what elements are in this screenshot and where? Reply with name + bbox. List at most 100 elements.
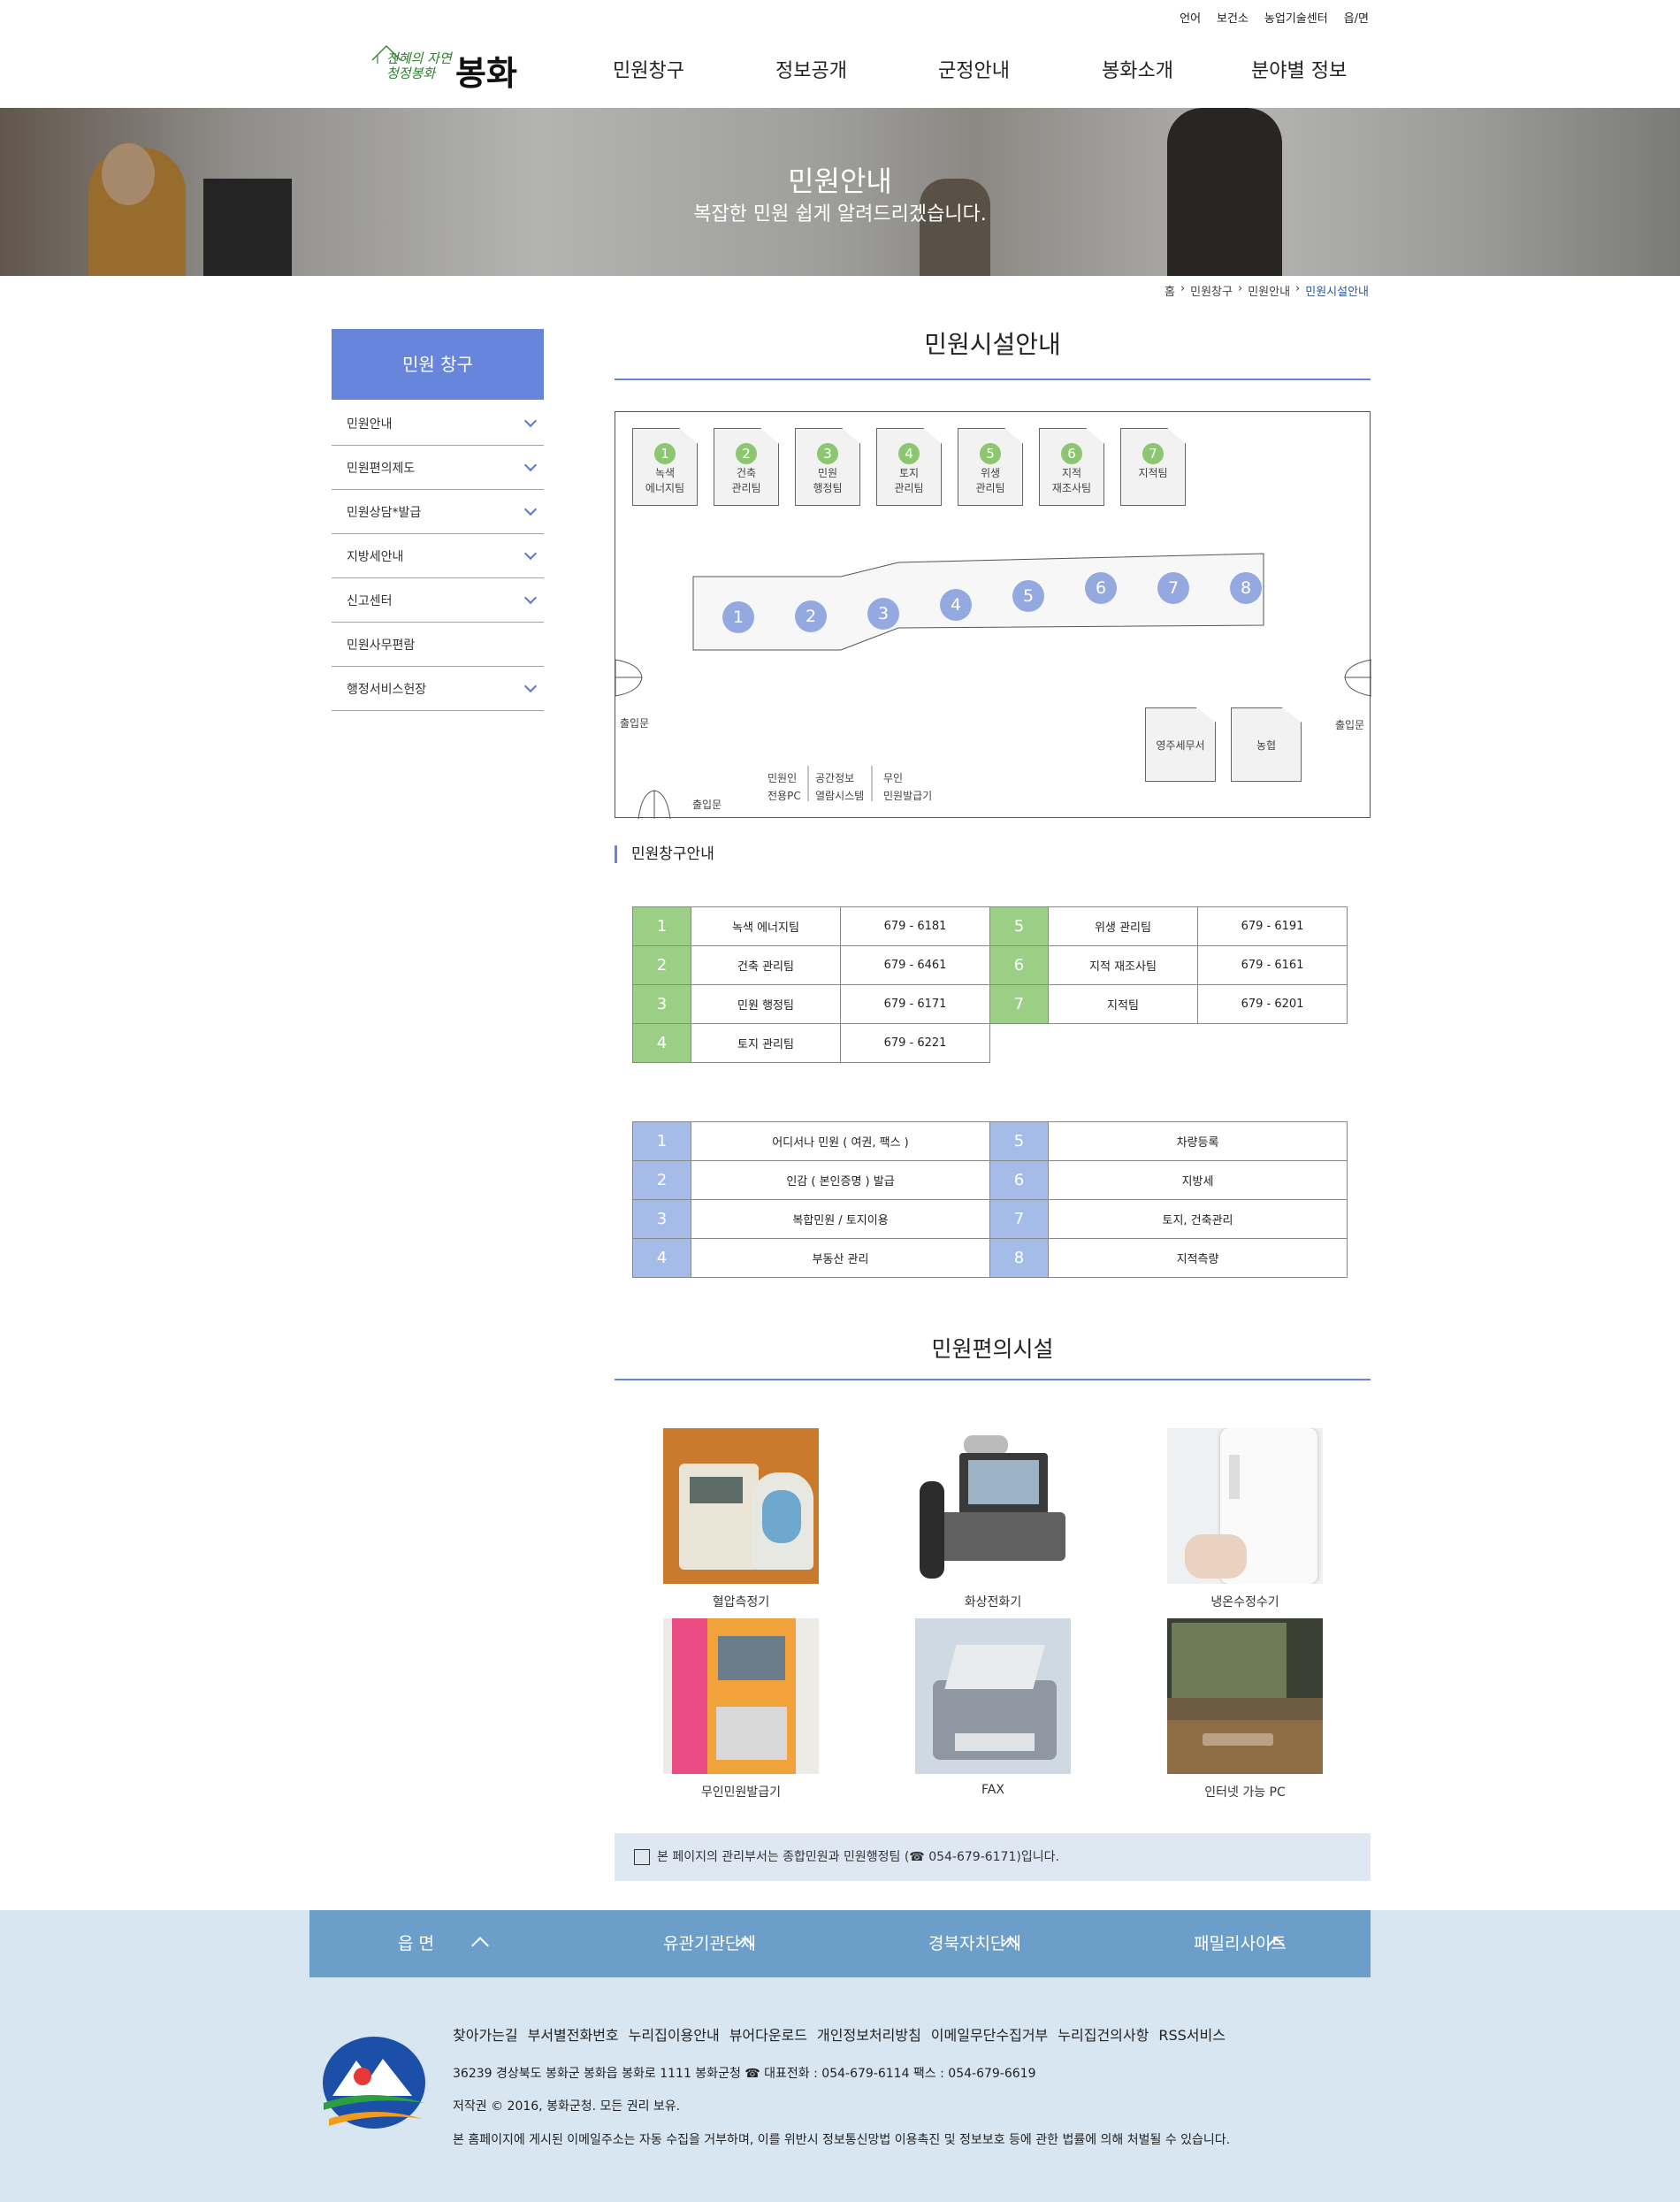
footer-family-sites-button[interactable]: 패밀리사이트 (1105, 1910, 1371, 1977)
counter-service: 인감 ( 본인증명 ) 발급 (691, 1160, 990, 1200)
fax-image (915, 1618, 1071, 1774)
nav-bonghwa-intro[interactable]: 봉화소개 (1102, 55, 1173, 83)
sidebar-item-manual[interactable]: 민원사무편람 (332, 623, 544, 667)
facility-caption: 혈압측정기 (712, 1595, 770, 1609)
counter-number: 6 (989, 1160, 1049, 1200)
title-divider (615, 378, 1371, 380)
chevron-down-icon (523, 458, 538, 472)
main-nav: 민원창구 정보공개 군정안내 봉화소개 분야별 정보 (0, 55, 1680, 83)
footer-gyeongbuk-button[interactable]: 경북자치단체 (840, 1910, 1105, 1977)
team-number: 1 (632, 906, 691, 946)
team-name: 위생 관리팀 (1048, 906, 1198, 946)
team-name: 민원 행정팀 (691, 984, 841, 1024)
counter-number: 3 (632, 1199, 691, 1239)
door-label-bottom: 출입문 (692, 799, 722, 811)
county-emblem-icon (323, 2037, 425, 2129)
sidebar-item-label: 민원상담*발급 (347, 505, 422, 520)
sidebar-item-civil-guide[interactable]: 민원안내 (332, 401, 544, 446)
sidebar-item-charter[interactable]: 행정서비스헌장 (332, 667, 544, 711)
footer-link-email-refusal[interactable]: 이메일무단수집거부 (931, 2023, 1048, 2045)
team-tel: 679 - 6191 (1197, 906, 1348, 946)
footer-disclaimer: 본 홈페이지에 게시된 이메일주소는 자동 수집을 거부하며, 이를 위반시 정… (453, 2133, 1231, 2147)
nav-info-disclosure[interactable]: 정보공개 (775, 55, 847, 83)
footer-related-orgs-button[interactable]: 유관기관단체 (575, 1910, 840, 1977)
facility-blood-pressure: 혈압측정기 (663, 1428, 819, 1610)
counter-6: 6 (1085, 572, 1117, 604)
breadcrumb-item[interactable]: 민원창구 (1190, 282, 1233, 299)
facilities-title: 민원편의시설 (931, 1336, 1054, 1362)
counter-service: 토지, 건축관리 (1048, 1199, 1348, 1239)
counter-3: 3 (867, 598, 899, 630)
sidebar-item-label: 민원편의제도 (347, 461, 416, 476)
breadcrumb-item[interactable]: 민원안내 (1248, 282, 1290, 299)
internet-pc-image (1167, 1618, 1323, 1774)
counter-service: 어디서나 민원 ( 여권, 팩스 ) (691, 1121, 990, 1161)
kiosk-issuer: 무인 민원발급기 (883, 769, 932, 805)
facility-caption: 무인민원발급기 (700, 1785, 782, 1800)
water-purifier-image (1167, 1428, 1323, 1584)
team-name: 지적팀 (1048, 984, 1198, 1024)
footer-site-bar: 읍 면 유관기관단체 경북자치단체 패밀리사이트 (309, 1910, 1371, 1977)
counter-service: 복합민원 / 토지이용 (691, 1199, 990, 1239)
footer-link-rss[interactable]: RSS서비스 (1158, 2023, 1226, 2045)
counter-service: 부동산 관리 (691, 1238, 990, 1278)
chevron-down-icon (523, 591, 538, 605)
chevron-right-icon: › (1237, 282, 1243, 295)
title-divider (615, 1379, 1371, 1380)
kiosk-spatial: 공간정보열람시스템 (815, 769, 864, 805)
chevron-right-icon: › (1295, 282, 1301, 295)
facility-caption: 화상전화기 (964, 1595, 1022, 1609)
breadcrumb-current: 민원시설안내 (1305, 286, 1369, 299)
footer-link-site-guide[interactable]: 누리집이용안내 (629, 2023, 720, 2045)
footer-link-suggestions[interactable]: 누리집건의사항 (1058, 2023, 1149, 2045)
footer-links: 찾아가는길 부서별전화번호 누리집이용안내 뷰어다운로드 개인정보처리방침 이메… (453, 2023, 1226, 2045)
nav-field-info[interactable]: 분야별 정보 (1251, 55, 1347, 83)
kiosk-label: 무인 (883, 772, 904, 784)
sidebar-item-convenience[interactable]: 민원편의제도 (332, 446, 544, 490)
utility-towns[interactable]: 읍/면 (1344, 9, 1369, 26)
team-tel: 679 - 6161 (1197, 945, 1348, 985)
floor-tax-office: 영주세무서 (1145, 707, 1216, 782)
chevron-right-icon: › (1180, 282, 1186, 295)
footer-link-phone-directory[interactable]: 부서별전화번호 (528, 2023, 619, 2045)
kiosk-label: 공간정보 (815, 772, 855, 784)
breadcrumb-home[interactable]: 홈 (1165, 282, 1175, 299)
facility-fax: FAX (915, 1618, 1071, 1797)
team-number: 3 (632, 984, 691, 1024)
sidebar-item-consult[interactable]: 민원상담*발급 (332, 490, 544, 534)
empty-cell (990, 1024, 1348, 1063)
team-name: 녹색 에너지팀 (691, 906, 841, 946)
footer-copyright: 저작권 © 2016, 봉화군청. 모든 권리 보유. (453, 2099, 681, 2114)
footer-link-viewer-download[interactable]: 뷰어다운로드 (729, 2023, 807, 2045)
utility-agri-center[interactable]: 농업기술센터 (1264, 9, 1328, 26)
nav-county-guide[interactable]: 군정안내 (938, 55, 1010, 83)
kiosk-image (663, 1618, 819, 1774)
kiosk-label: 열람시스템 (815, 790, 865, 802)
table-row: 3 민원 행정팀 679 - 6171 7 지적팀 679 - 6201 (632, 984, 1348, 1024)
counter-number: 2 (632, 1160, 691, 1200)
breadcrumb: 홈 › 민원창구 › 민원안내 › 민원시설안내 (1165, 282, 1369, 299)
sidebar-item-local-tax[interactable]: 지방세안내 (332, 534, 544, 578)
footer-bar-label: 읍 면 (398, 1934, 434, 1954)
team-tel: 679 - 6221 (840, 1023, 990, 1063)
team-tel: 679 - 6461 (840, 945, 990, 985)
footer-towns-button[interactable]: 읍 면 (309, 1910, 575, 1977)
sidebar-item-label: 신고센터 (347, 593, 393, 608)
chevron-down-icon (523, 679, 538, 693)
counter-1: 1 (722, 601, 754, 633)
utility-language[interactable]: 언어 (1180, 9, 1201, 26)
footer-address: 36239 경상북도 봉화군 봉화읍 봉화로 1111 봉화군청 ☎ 대표전화 … (453, 2067, 1036, 2081)
manager-notice: 본 페이지의 관리부서는 종합민원과 민원행정팀 (☎ 054-679-6171… (615, 1833, 1371, 1881)
footer-link-directions[interactable]: 찾아가는길 (453, 2023, 518, 2045)
nav-civil-window[interactable]: 민원창구 (613, 55, 684, 83)
utility-health-center[interactable]: 보건소 (1217, 9, 1249, 26)
sidebar-item-label: 민원사무편람 (347, 638, 416, 653)
sidebar-item-report-center[interactable]: 신고센터 (332, 578, 544, 623)
floor-nonghyup: 농협 (1231, 707, 1302, 782)
team-tel: 679 - 6171 (840, 984, 990, 1024)
facility-video-phone: 화상전화기 (915, 1428, 1071, 1610)
kiosk-pc: 민원인 전용PC (767, 769, 801, 805)
team-number: 5 (989, 906, 1049, 946)
footer-link-privacy[interactable]: 개인정보처리방침 (817, 2023, 921, 2045)
team-tel: 679 - 6201 (1197, 984, 1348, 1024)
